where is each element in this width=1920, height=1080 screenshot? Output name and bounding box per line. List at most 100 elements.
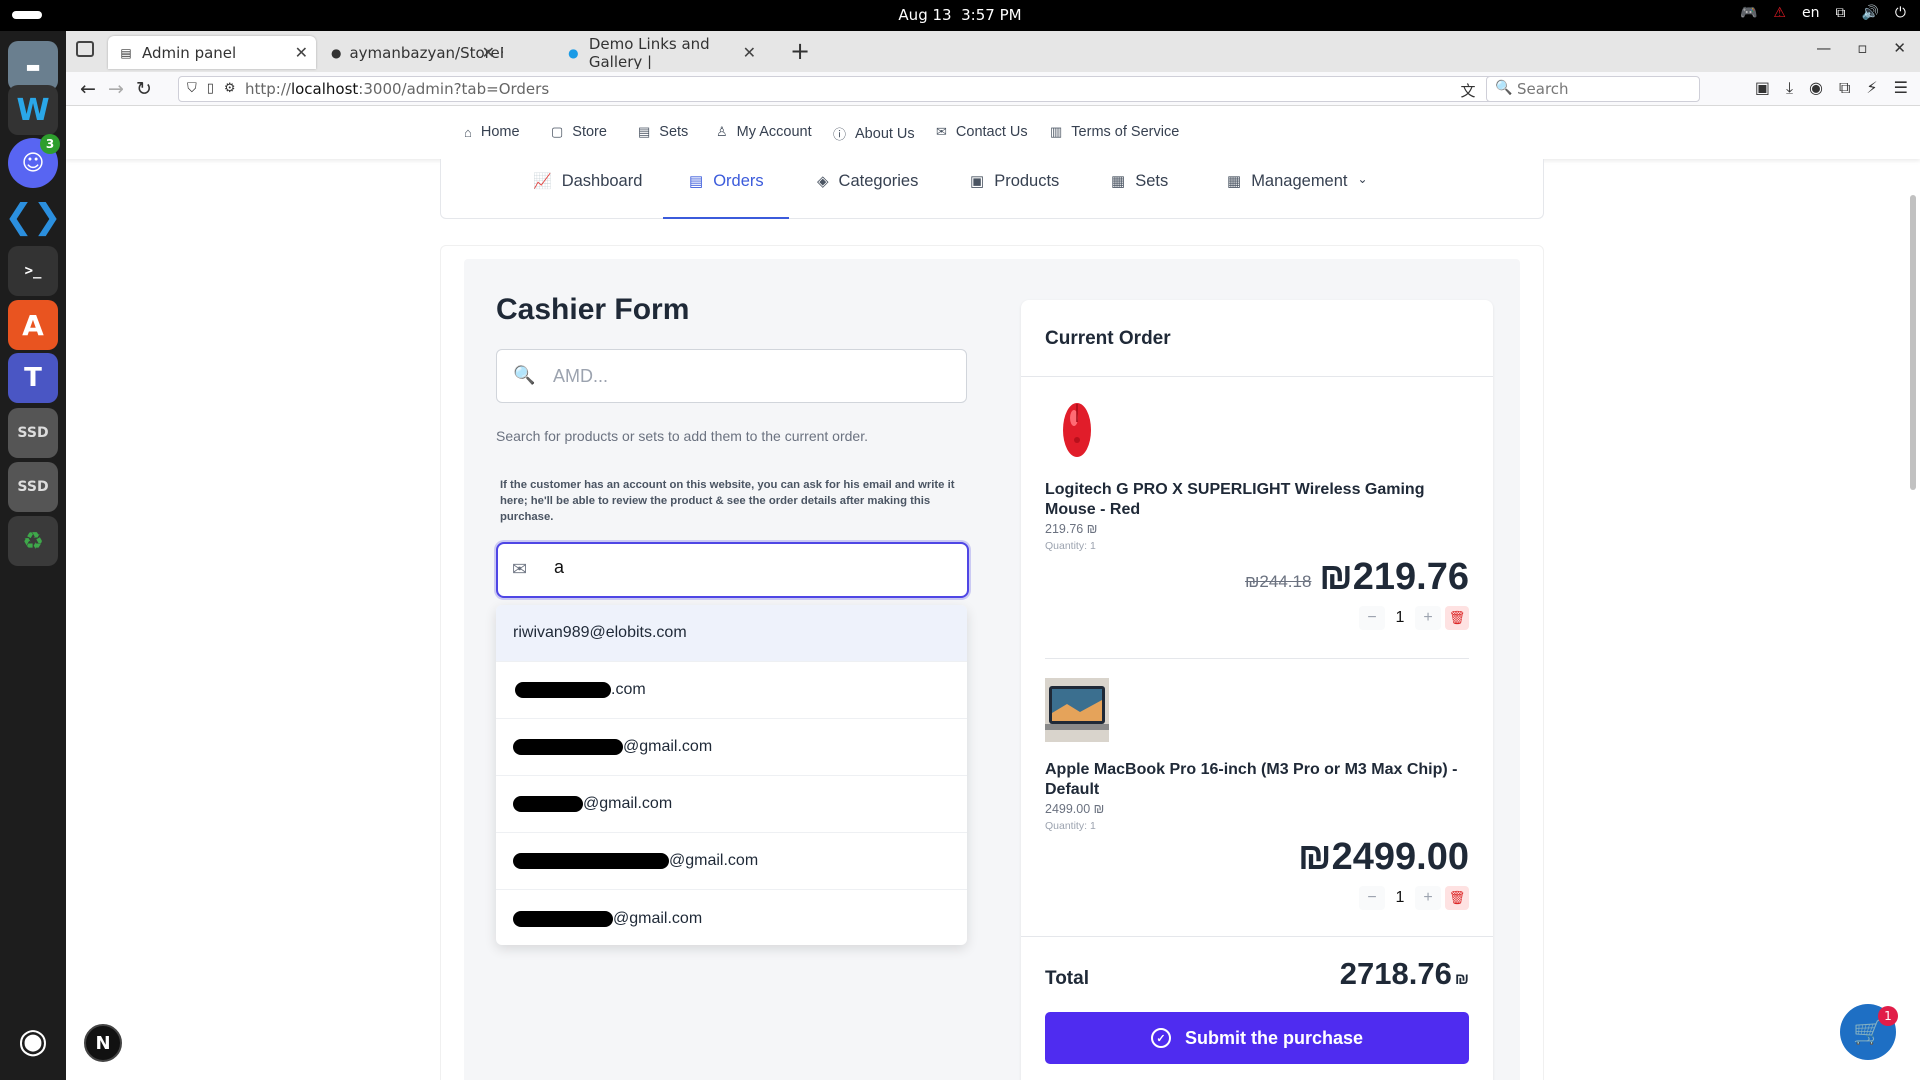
increase-quantity-button[interactable]: + — [1415, 886, 1441, 910]
forward-icon[interactable]: → — [108, 78, 124, 100]
warning-icon[interactable]: ⚠ — [1773, 5, 1786, 21]
suggestion-item[interactable]: riwivan989@elobits.com — [496, 605, 967, 662]
nav-about-us[interactable]: ⓘ About Us — [833, 124, 915, 143]
github-icon: ● — [331, 45, 342, 60]
tab-demo-links[interactable]: ● Demo Links and Gallery | ✕ — [556, 36, 764, 69]
tab-admin-panel[interactable]: ▤ Admin panel ✕ — [108, 36, 316, 69]
discord-tray-icon[interactable]: 🎮 — [1740, 5, 1757, 21]
suggestion-text: @gmail.com — [623, 738, 713, 755]
tab-title: aymanbazyan/StoreFlow· — [349, 43, 503, 62]
os-time: 3:57 PM — [961, 6, 1022, 24]
minimize-icon[interactable]: — — [1816, 39, 1831, 57]
customer-email-input[interactable] — [554, 557, 954, 578]
extensions-icon[interactable]: ⧉ — [1839, 78, 1850, 98]
terminal-icon[interactable]: >_ — [8, 246, 58, 296]
nav-my-account[interactable]: ♙ My Account — [716, 124, 812, 140]
translate-icon[interactable]: 文 — [1461, 80, 1476, 101]
cart-button[interactable]: 🛒 1 — [1840, 1004, 1898, 1060]
permissions-icon[interactable]: ⚙ — [224, 81, 236, 96]
suggestion-item[interactable]: @gmail.com — [496, 833, 967, 890]
clipboard-icon: ▤ — [689, 173, 704, 190]
close-window-icon[interactable]: ✕ — [1893, 39, 1906, 57]
url-host: localhost — [290, 80, 359, 98]
decrease-quantity-button[interactable]: − — [1359, 606, 1385, 630]
maximize-icon[interactable]: ▫ — [1857, 39, 1867, 57]
back-icon[interactable]: ← — [80, 78, 96, 100]
tab-categories[interactable]: ◈ Categories — [817, 171, 918, 219]
decrease-quantity-button[interactable]: − — [1359, 886, 1385, 910]
unit-price: 219.76 ₪ — [1045, 522, 1098, 536]
nav-sets[interactable]: ▤ Sets — [638, 124, 688, 140]
tab-orders[interactable]: ▤ Orders — [663, 171, 789, 219]
submit-label: Submit the purchase — [1184, 1027, 1364, 1048]
email-help-text: If the customer has an account on this w… — [500, 479, 955, 523]
new-tab-button[interactable]: + — [790, 37, 810, 65]
discord-icon[interactable]: ☺ 3 — [8, 134, 60, 188]
os-clock[interactable]: Aug 13 3:57 PM — [0, 6, 1920, 24]
app-center-icon[interactable]: A — [8, 300, 58, 350]
page-info-icon[interactable]: ▯ — [207, 81, 214, 96]
page-scrollbar[interactable] — [1910, 195, 1916, 490]
suggestion-item[interactable]: @gmail.com — [496, 890, 967, 945]
volume-icon[interactable]: 🔊 — [1861, 5, 1878, 21]
vscode-icon[interactable]: ❮❯ — [5, 192, 62, 242]
menu-icon[interactable]: ☰ — [1894, 78, 1908, 98]
extension-warning-icon[interactable]: ⚡ — [1866, 78, 1877, 98]
language-indicator[interactable]: en — [1802, 5, 1820, 21]
tab-label: Orders — [713, 172, 764, 190]
submit-purchase-button[interactable]: ✓ Submit the purchase — [1045, 1012, 1469, 1064]
tab-management[interactable]: ▦ Management ⌄ — [1227, 171, 1368, 219]
tab-products[interactable]: ▣ Products — [970, 171, 1059, 219]
suggestion-item[interactable]: @gmail.com — [496, 719, 967, 776]
nav-label: Home — [480, 124, 520, 140]
teams-icon[interactable]: T — [8, 353, 58, 403]
url-prefix: http:// — [245, 80, 291, 98]
check-circle-icon: ✓ — [1150, 1028, 1171, 1048]
delete-item-icon[interactable]: 🗑 — [1445, 606, 1469, 630]
power-icon[interactable]: ⏻ — [1895, 5, 1906, 21]
close-tab-icon[interactable]: ✕ — [482, 43, 495, 62]
order-title: Current Order — [1045, 328, 1171, 349]
reload-icon[interactable]: ↻ — [136, 78, 152, 100]
quantity-value: 1 — [1395, 889, 1405, 906]
email-suggestions: riwivan989@elobits.com .com @gmail.com @… — [496, 605, 967, 945]
nav-terms-of-service[interactable]: ▥ Terms of Service — [1050, 124, 1179, 140]
list-all-tabs-icon[interactable] — [76, 41, 94, 57]
tab-github[interactable]: ● aymanbazyan/StoreFlow· ✕ — [321, 36, 503, 69]
site-nav: ⌂ Home ▢ Store ▤ Sets ♙ My Account ⓘ About Us… — [66, 107, 1920, 159]
downloads-icon[interactable]: ⤓ — [1786, 78, 1793, 98]
product-search-input[interactable] — [553, 365, 933, 387]
suggestion-item[interactable]: @gmail.com — [496, 776, 967, 833]
divider — [1021, 376, 1493, 377]
ssd-drive-icon-2[interactable]: SSD — [8, 462, 58, 512]
redaction-mark — [513, 739, 623, 755]
tab-sets[interactable]: ▦ Sets — [1111, 171, 1168, 219]
account-icon[interactable]: ◉ — [1809, 78, 1823, 98]
show-apps-icon[interactable]: ◉ — [8, 1016, 58, 1066]
search-help-text: Search for products or sets to add them … — [496, 428, 868, 444]
suggestion-item[interactable]: .com — [496, 662, 967, 719]
network-icon[interactable]: ⧉ — [1835, 5, 1845, 21]
pocket-icon[interactable]: ▣ — [1755, 78, 1770, 98]
windsurf-icon[interactable]: W — [8, 85, 58, 135]
table-icon: ▦ — [1111, 173, 1126, 190]
search-icon: 🔍 — [1495, 80, 1513, 96]
nav-home[interactable]: ⌂ Home — [464, 124, 520, 140]
trash-icon[interactable]: ♻ — [8, 516, 58, 566]
page-content: ⌂ Home ▢ Store ▤ Sets ♙ My Account ⓘ About Us… — [66, 107, 1920, 1080]
search-bar[interactable]: 🔍 Search — [1486, 76, 1700, 102]
url-bar[interactable]: ⛉ ▯ ⚙ http://localhost:3000/admin?tab=Or… — [178, 76, 1508, 102]
increase-quantity-button[interactable]: + — [1415, 606, 1441, 630]
customer-email-field[interactable]: ✉ — [496, 542, 969, 598]
tab-dashboard[interactable]: 📈 Dashboard — [533, 171, 642, 219]
files-icon[interactable]: ▬ — [8, 41, 58, 91]
nav-store[interactable]: ▢ Store — [551, 124, 607, 140]
delete-item-icon[interactable]: 🗑 — [1445, 886, 1469, 910]
shield-icon[interactable]: ⛉ — [187, 81, 197, 96]
nextjs-dev-badge[interactable]: N — [84, 1024, 122, 1062]
close-tab-icon[interactable]: ✕ — [743, 43, 756, 62]
close-tab-icon[interactable]: ✕ — [295, 43, 308, 62]
ssd-drive-icon[interactable]: SSD — [8, 408, 58, 458]
product-search-field[interactable]: 🔍 — [496, 349, 967, 403]
nav-contact-us[interactable]: ✉ Contact Us — [936, 124, 1028, 140]
